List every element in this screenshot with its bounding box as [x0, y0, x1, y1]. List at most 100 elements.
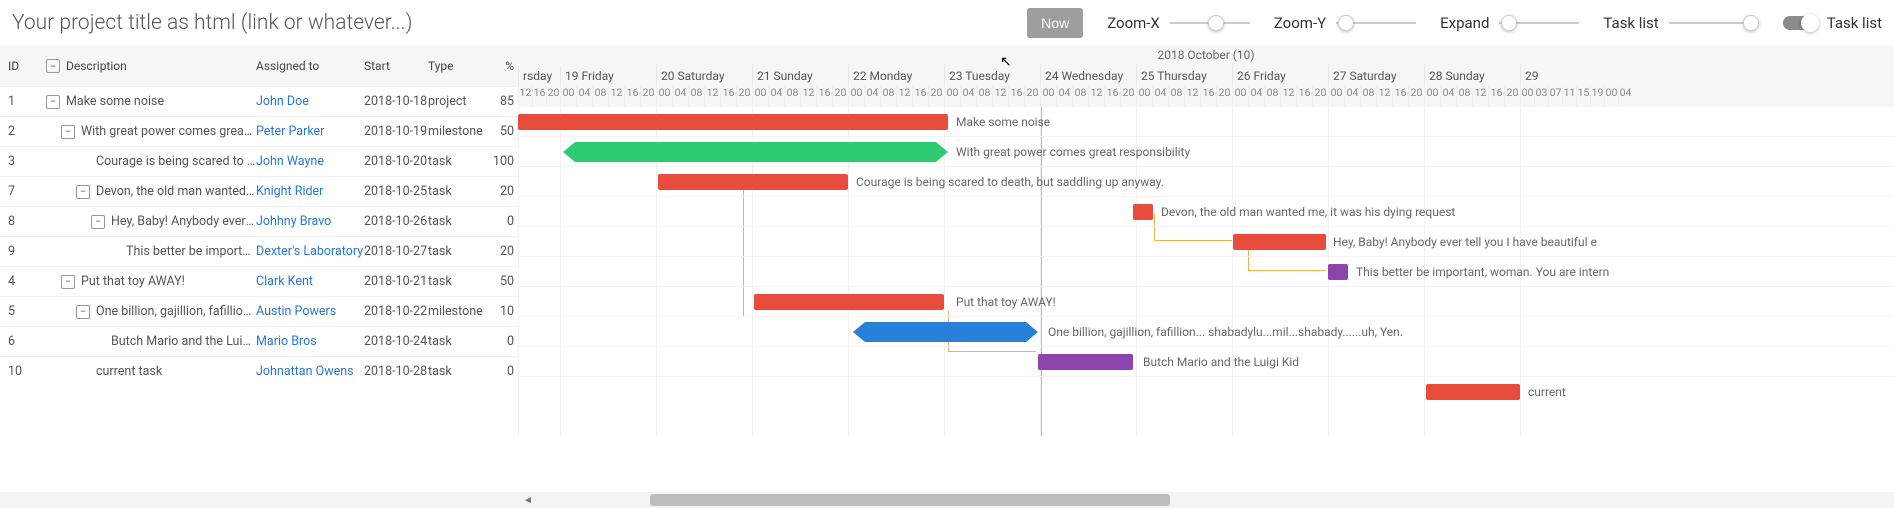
bar-label: current — [1528, 385, 1566, 399]
chart-row: With great power comes great responsibil… — [518, 136, 1894, 166]
zoom-x-label: Zoom-X — [1107, 14, 1160, 32]
day-header: 22 Monday — [848, 66, 944, 86]
now-button[interactable]: Now — [1027, 8, 1083, 38]
month-label: 2018 October (10) — [518, 48, 1894, 62]
cell-assignee-link[interactable]: Johhny Bravo — [256, 214, 364, 229]
cell-type: task — [428, 154, 486, 169]
chart-row: One billion, gajillion, fafillion... sha… — [518, 316, 1894, 346]
cell-assignee-link[interactable]: John Doe — [256, 94, 364, 109]
hour-tick: 12 — [1184, 86, 1200, 106]
hour-tick: 16 — [1104, 86, 1120, 106]
table-row[interactable]: 2−With great power comes great r...Peter… — [0, 116, 518, 146]
timeline-header: 2018 October (10) rsday19 Friday20 Satur… — [518, 46, 1894, 106]
horizontal-scrollbar[interactable]: ◄ — [0, 492, 1894, 508]
header-assigned: Assigned to — [256, 59, 364, 73]
gantt-bar[interactable] — [658, 174, 848, 190]
table-row[interactable]: 7 −Devon, the old man wanted me...Knight … — [0, 176, 518, 206]
chart-row: This better be important, woman. You are… — [518, 256, 1894, 286]
hour-tick: 04 — [576, 86, 592, 106]
gantt-bar[interactable] — [1133, 204, 1153, 220]
hour-tick: 12 — [896, 86, 912, 106]
cell-description: Devon, the old man wanted me... — [96, 184, 256, 199]
hour-tick: 12 — [1280, 86, 1296, 106]
hour-tick: 12 — [1088, 86, 1104, 106]
hour-tick: 08 — [1168, 86, 1184, 106]
bar-label: Butch Mario and the Luigi Kid — [1143, 355, 1299, 369]
collapse-all-icon[interactable]: − — [46, 59, 60, 73]
table-row[interactable]: 1−Make some noiseJohn Doe2018-10-18proje… — [0, 86, 518, 116]
hour-tick: 04 — [1152, 86, 1168, 106]
hour-tick: 20 — [640, 86, 656, 106]
cell-id: 7 — [0, 184, 40, 199]
cell-assignee-link[interactable]: Johnattan Owens — [256, 364, 364, 379]
cell-start: 2018-10-24 — [364, 334, 428, 349]
header-percent: % — [486, 59, 518, 73]
hour-tick: 20 — [1312, 86, 1328, 106]
expand-slider[interactable] — [1499, 22, 1579, 24]
table-row[interactable]: 3Courage is being scared to dea...John W… — [0, 146, 518, 176]
hour-tick: 08 — [688, 86, 704, 106]
header-start: Start — [364, 59, 428, 73]
gantt-chart-panel: 2018 October (10) rsday19 Friday20 Satur… — [518, 46, 1894, 492]
gantt-bar[interactable] — [853, 322, 1038, 342]
task-list-toggle[interactable] — [1783, 16, 1817, 30]
row-expander-icon[interactable]: − — [61, 125, 75, 139]
cell-assignee-link[interactable]: Austin Powers — [256, 304, 364, 319]
hour-tick: 08 — [1456, 86, 1472, 106]
expand-label: Expand — [1440, 14, 1489, 32]
gantt-bar[interactable] — [754, 294, 944, 310]
cell-assignee-link[interactable]: Mario Bros — [256, 334, 364, 349]
cell-assignee-link[interactable]: John Wayne — [256, 154, 364, 169]
gantt-bar[interactable] — [563, 142, 948, 162]
hour-tick: 12 — [518, 86, 532, 106]
cell-type: milestone — [428, 124, 486, 139]
cell-percent: 0 — [486, 364, 518, 379]
scroll-thumb[interactable] — [650, 494, 1170, 506]
bar-label: Put that toy AWAY! — [956, 295, 1056, 309]
gantt-bar[interactable] — [1038, 354, 1133, 370]
row-expander-icon[interactable]: − — [76, 185, 90, 199]
zoom-x-slider[interactable] — [1170, 22, 1250, 24]
cell-percent: 20 — [486, 184, 518, 199]
table-row[interactable]: 10current taskJohnattan Owens2018-10-28t… — [0, 356, 518, 386]
hour-tick: 00 — [1136, 86, 1152, 106]
table-row[interactable]: 9This better be important, woma...Dexter… — [0, 236, 518, 266]
hour-tick: 16 — [1296, 86, 1312, 106]
table-row[interactable]: 4−Put that toy AWAY!Clark Kent2018-10-21… — [0, 266, 518, 296]
cell-id: 9 — [0, 244, 40, 259]
task-list-slider[interactable] — [1669, 22, 1759, 24]
gantt-bar[interactable] — [1426, 384, 1520, 400]
row-expander-icon[interactable]: − — [76, 305, 90, 319]
bar-label: Hey, Baby! Anybody ever tell you I have … — [1333, 235, 1597, 249]
row-expander-icon[interactable]: − — [46, 95, 60, 109]
hour-tick: 12 — [992, 86, 1008, 106]
hour-tick: 11 — [1562, 86, 1576, 106]
cell-id: 10 — [0, 364, 40, 379]
hour-tick: 20 — [832, 86, 848, 106]
hour-tick: 03 — [1534, 86, 1548, 106]
cell-assignee-link[interactable]: Clark Kent — [256, 274, 364, 289]
row-expander-icon[interactable]: − — [91, 215, 105, 229]
cell-description: Make some noise — [66, 94, 256, 109]
gantt-bar[interactable] — [518, 114, 948, 130]
hour-tick: 00 — [1232, 86, 1248, 106]
task-list-width-control: Task list — [1603, 14, 1758, 32]
hour-tick: 08 — [1072, 86, 1088, 106]
hour-tick: 00 — [656, 86, 672, 106]
project-title[interactable]: Your project title as html (link or what… — [12, 11, 413, 35]
zoom-y-slider[interactable] — [1336, 22, 1416, 24]
hour-tick: 08 — [880, 86, 896, 106]
table-row[interactable]: 6Butch Mario and the Luigi KidMario Bros… — [0, 326, 518, 356]
row-expander-icon[interactable]: − — [61, 275, 75, 289]
day-header: 26 Friday — [1232, 66, 1328, 86]
chart-row: Devon, the old man wanted me, it was his… — [518, 196, 1894, 226]
table-row[interactable]: 8−Hey, Baby! Anybody ever tell y...Johhn… — [0, 206, 518, 236]
hour-tick: 12 — [1472, 86, 1488, 106]
cell-assignee-link[interactable]: Knight Rider — [256, 184, 364, 199]
gantt-bar[interactable] — [1328, 264, 1348, 280]
cell-assignee-link[interactable]: Dexter's Laboratory — [256, 244, 364, 259]
table-row[interactable]: 5−One billion, gajillion, fafillion... s… — [0, 296, 518, 326]
cell-assignee-link[interactable]: Peter Parker — [256, 124, 364, 139]
gantt-bar[interactable] — [1233, 234, 1326, 250]
chart-body[interactable]: Make some noiseWith great power comes gr… — [518, 106, 1894, 436]
